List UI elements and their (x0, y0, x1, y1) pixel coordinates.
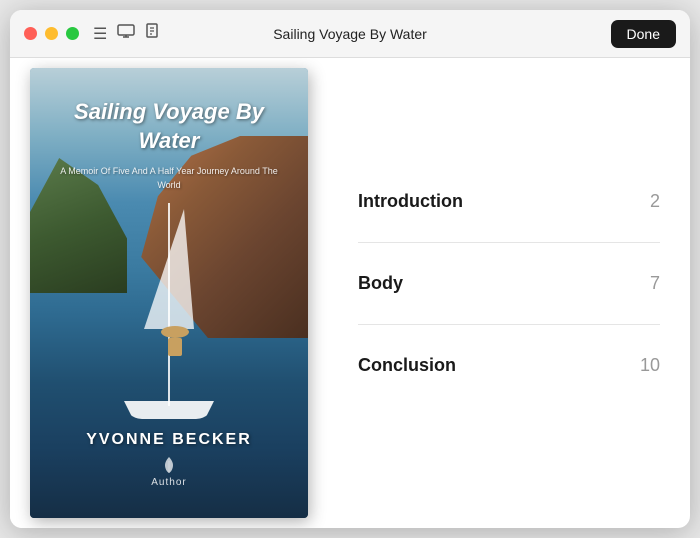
traffic-lights (24, 27, 79, 40)
toc-chapter-body: Body (358, 273, 403, 294)
book-publisher: Author (151, 455, 186, 488)
toc-panel: Introduction 2 Body 7 Conclusion 10 (328, 58, 690, 528)
window-title: Sailing Voyage By Water (273, 26, 427, 42)
book-title: Sailing Voyage By Water (30, 98, 308, 155)
book-cover: Sailing Voyage By Water A Memoir Of Five… (30, 68, 308, 518)
publisher-name: Author (151, 477, 186, 488)
toc-item-conclusion[interactable]: Conclusion 10 (358, 325, 660, 406)
book-subtitle: A Memoir Of Five And A Half Year Journey… (30, 165, 308, 192)
maximize-button[interactable] (66, 27, 79, 40)
toc-chapter-introduction: Introduction (358, 191, 463, 212)
close-button[interactable] (24, 27, 37, 40)
list-icon[interactable]: ☰ (93, 24, 107, 44)
monitor-icon[interactable] (117, 24, 135, 43)
toc-chapter-conclusion: Conclusion (358, 355, 456, 376)
publisher-logo-icon (159, 455, 179, 475)
book-panel: Sailing Voyage By Water A Memoir Of Five… (10, 58, 328, 528)
book-text-overlay: Sailing Voyage By Water A Memoir Of Five… (30, 68, 308, 518)
toc-page-body: 7 (650, 273, 660, 294)
toolbar-icons: ☰ (93, 23, 161, 44)
titlebar: ☰ Sailing Voyage By Water Done (10, 10, 690, 58)
app-window: ☰ Sailing Voyage By Water Done (10, 10, 690, 528)
minimize-button[interactable] (45, 27, 58, 40)
toc-item-introduction[interactable]: Introduction 2 (358, 181, 660, 243)
toc-page-conclusion: 10 (640, 355, 660, 376)
book-author-section: YVONNE BECKER Author (30, 431, 308, 488)
done-button[interactable]: Done (611, 20, 676, 48)
toc-page-introduction: 2 (650, 191, 660, 212)
toc-item-body[interactable]: Body 7 (358, 243, 660, 325)
main-content: Sailing Voyage By Water A Memoir Of Five… (10, 58, 690, 528)
doc-icon[interactable] (145, 23, 161, 44)
book-author: YVONNE BECKER (86, 431, 252, 449)
